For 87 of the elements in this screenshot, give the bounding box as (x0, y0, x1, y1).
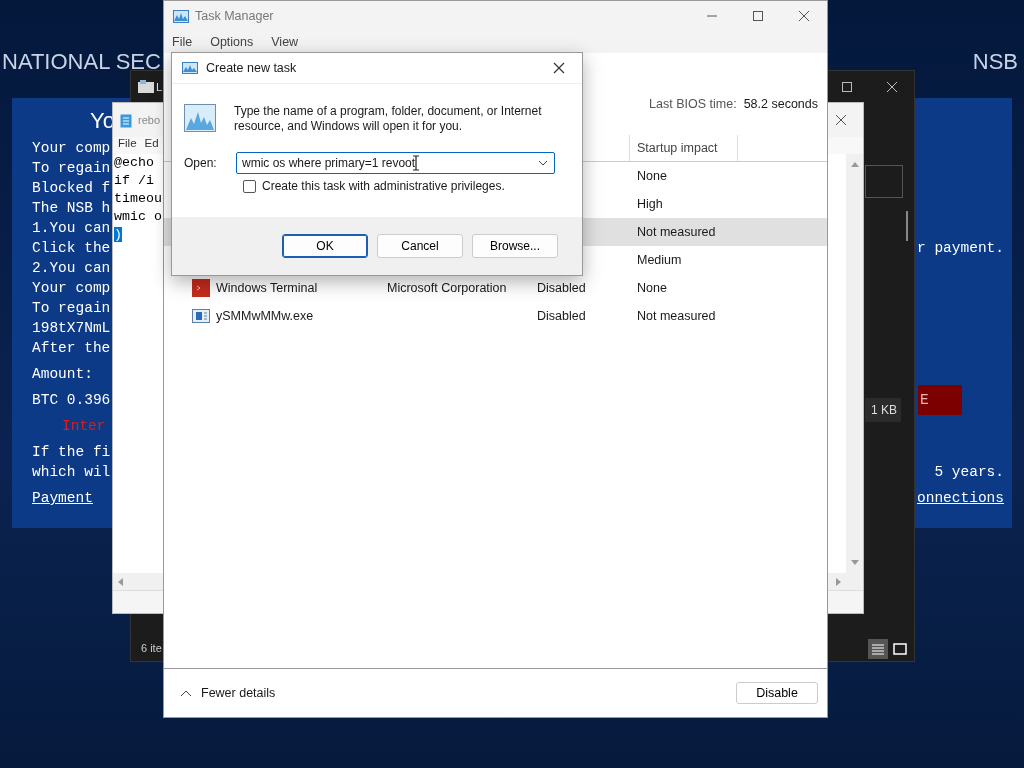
action-button[interactable]: E (918, 385, 962, 415)
table-cell: Not measured (637, 309, 716, 323)
payment-link[interactable]: Payment (32, 490, 93, 506)
page-heading: NSB (972, 49, 1018, 75)
table-cell: Microsoft Corporation (387, 281, 507, 295)
code-line: @echo (114, 155, 154, 170)
dialog-description: Type the name of a program, folder, document, or Internet resource, and Windows will open it for you. (234, 104, 543, 134)
application-icon (192, 308, 210, 324)
note-text: 2.You can (32, 260, 111, 276)
open-label: Open: (184, 156, 218, 170)
note-text: r payment. (917, 240, 1004, 256)
ok-button[interactable]: OK (282, 234, 368, 258)
window-title: rebo (138, 114, 161, 126)
scrollbar-track[interactable] (113, 573, 163, 590)
table-cell: ySMMwMMw.exe (216, 309, 314, 323)
column-header[interactable]: Startup impact (629, 135, 738, 161)
note-text: 1.You can (32, 220, 111, 236)
terminal-icon (192, 279, 210, 297)
note-text: Blocked f (32, 180, 111, 196)
scroll-left-icon[interactable] (118, 577, 123, 586)
table-cell: Medium (637, 253, 682, 267)
close-icon (798, 10, 810, 22)
note-text: To regain (32, 300, 111, 316)
admin-checkbox[interactable] (243, 179, 256, 193)
scrollbar[interactable] (906, 211, 908, 241)
scroll-right-icon[interactable] (836, 577, 841, 586)
browse-button[interactable]: Browse... (472, 234, 558, 258)
page-heading: NATIONAL SEC (2, 49, 161, 75)
open-combobox[interactable]: wmic os where primary=1 revoot (236, 152, 555, 174)
minimize-icon (707, 15, 717, 17)
table-cell: Disabled (537, 309, 586, 323)
disable-button[interactable]: Disable (736, 682, 818, 704)
fewer-details-button[interactable]: Fewer details (174, 685, 282, 701)
search-field[interactable] (865, 165, 903, 198)
note-text: Amount: (32, 366, 93, 382)
note-text: If the fi (32, 444, 111, 460)
note-text: To regain (32, 160, 111, 176)
maximize-icon (753, 11, 763, 21)
notepad-icon (120, 112, 132, 128)
code-line: timeou (114, 191, 162, 206)
task-manager-icon (182, 62, 198, 74)
table-cell: Windows Terminal (216, 281, 318, 295)
code-line: if /i (114, 173, 154, 188)
note-text: which wil (32, 464, 111, 480)
note-text: 198tX7NmL (32, 320, 111, 336)
note-text: Inter (62, 418, 106, 434)
maximize-icon (841, 82, 852, 92)
table-cell: Not measured (637, 225, 716, 239)
note-text: BTC 0.396 (32, 392, 111, 408)
connections-link[interactable]: onnections (917, 490, 1004, 506)
window-title: L (156, 81, 163, 93)
scroll-up-icon[interactable] (850, 162, 859, 167)
scrollbar-track[interactable] (827, 573, 863, 590)
window-title: Task Manager (195, 9, 274, 23)
folder-icon (138, 80, 154, 94)
chevron-up-icon (180, 689, 192, 697)
task-manager-icon (173, 9, 189, 23)
close-icon (553, 62, 565, 74)
menu-item[interactable]: File (172, 35, 193, 49)
bios-value: 58.2 seconds (743, 97, 818, 113)
menu-item[interactable]: Ed (144, 137, 159, 154)
menu-item[interactable]: Options (210, 35, 254, 49)
note-text: The NSB h (32, 200, 111, 216)
table-cell: None (637, 281, 667, 295)
dialog-title: Create new task (206, 61, 297, 75)
vertical-scrollbar[interactable] (846, 154, 863, 573)
scroll-down-icon[interactable] (850, 560, 859, 565)
table-cell: High (637, 197, 663, 211)
status-text: 6 ite (141, 642, 162, 654)
close-icon (885, 81, 898, 93)
menu-item[interactable]: File (118, 137, 137, 154)
code-line: wmic o (114, 209, 162, 224)
note-text: After the (32, 340, 111, 356)
task-manager-icon (184, 104, 216, 132)
table-row[interactable]: ySMMwMMw.exe Disabled Not measured (164, 302, 827, 330)
note-text: Your comp (32, 140, 111, 156)
table-row[interactable]: Windows Terminal Microsoft Corporation Disabled None (164, 274, 827, 302)
bios-label: Last BIOS time: (649, 97, 737, 113)
menu-item[interactable]: View (271, 35, 299, 49)
note-text: Click the (32, 240, 111, 256)
file-size: 1 KB (865, 398, 901, 422)
note-text: Your comp (32, 280, 111, 296)
close-icon (835, 114, 847, 126)
checkbox-label: Create this task with administrative privileges. (262, 179, 505, 193)
cancel-button[interactable]: Cancel (377, 234, 463, 258)
note-text: 5 years. (934, 464, 1004, 480)
table-cell: Disabled (537, 281, 586, 295)
